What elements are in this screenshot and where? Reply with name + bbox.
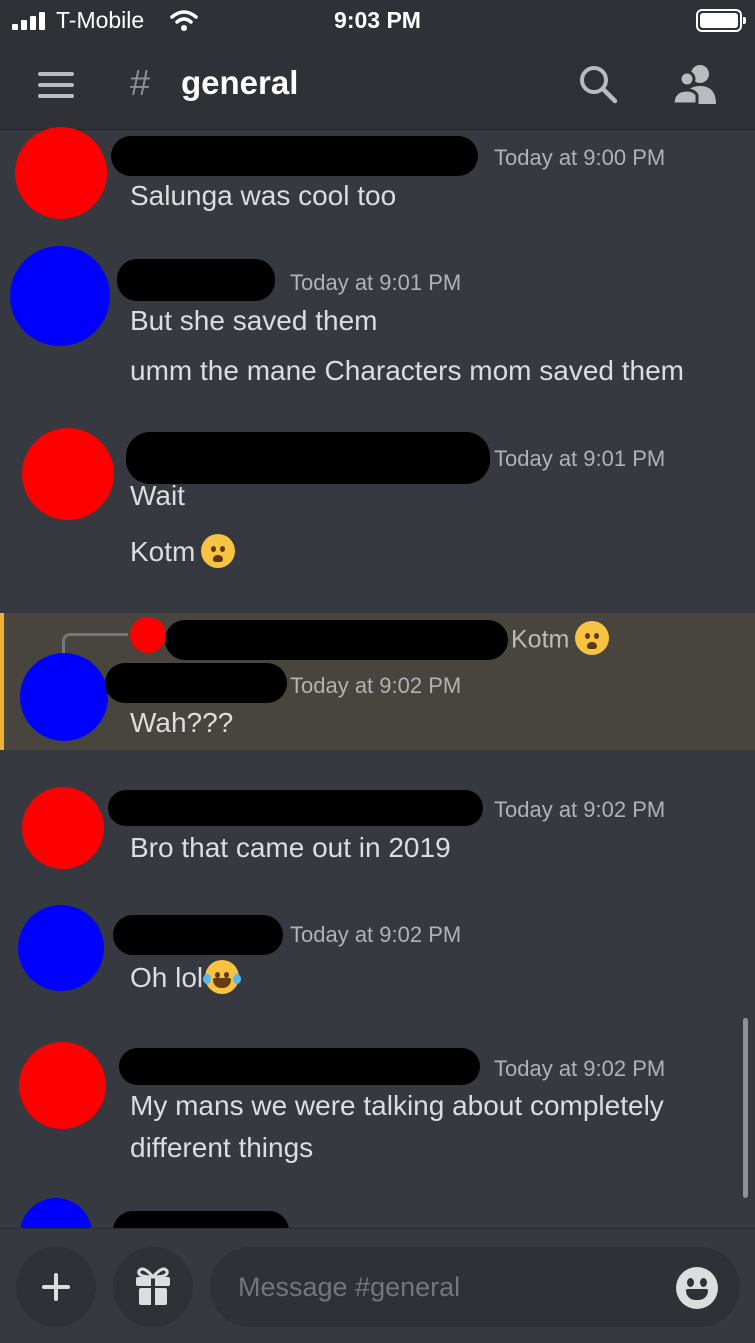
username-redacted[interactable] xyxy=(126,432,490,484)
message-text: But she saved them xyxy=(130,305,378,336)
message-text: umm the mane Characters mom saved them xyxy=(130,355,684,386)
message-text: My mans we were talking about completely xyxy=(130,1090,664,1121)
message-timestamp: Today at 9:02 PM xyxy=(494,797,666,822)
message-composer xyxy=(0,1228,755,1343)
reply-avatar xyxy=(130,617,166,653)
frowning-face-emoji xyxy=(201,533,236,568)
reply-preview[interactable]: Kotm xyxy=(511,621,610,658)
message-input[interactable] xyxy=(210,1247,740,1327)
message-timestamp: Today at 9:01 PM xyxy=(494,446,666,471)
laughing-tears-emoji xyxy=(203,959,242,994)
username-redacted[interactable] xyxy=(119,1048,480,1085)
avatar[interactable] xyxy=(18,905,104,991)
message-text: Kotm xyxy=(130,533,236,571)
message-text: Wah??? xyxy=(130,707,234,738)
username-redacted[interactable] xyxy=(113,915,283,955)
emoji-icon[interactable] xyxy=(676,1267,718,1309)
gift-icon xyxy=(136,1267,170,1305)
message-text: Wait xyxy=(130,480,185,511)
channel-hash-icon: # xyxy=(130,62,151,103)
reply-username-redacted[interactable] xyxy=(165,620,508,660)
message-timestamp: Today at 9:02 PM xyxy=(494,1056,666,1081)
avatar[interactable] xyxy=(20,653,108,741)
avatar[interactable] xyxy=(19,1042,106,1129)
message-text-content: Kotm xyxy=(130,536,196,567)
username-redacted[interactable] xyxy=(108,790,483,826)
scrollbar[interactable] xyxy=(743,1018,748,1198)
avatar[interactable] xyxy=(10,246,110,346)
message-timestamp: Today at 9:02 PM xyxy=(290,922,462,947)
status-time: 9:03 PM xyxy=(334,7,421,33)
username-redacted[interactable] xyxy=(117,259,275,301)
username-redacted[interactable] xyxy=(111,136,478,176)
message-timestamp: Today at 9:01 PM xyxy=(290,270,462,295)
plus-icon[interactable] xyxy=(16,1247,96,1327)
avatar[interactable] xyxy=(22,428,114,520)
gift-button[interactable] xyxy=(113,1247,193,1327)
members-icon[interactable] xyxy=(670,62,720,106)
username-redacted[interactable] xyxy=(105,663,287,703)
avatar[interactable] xyxy=(15,127,107,219)
message-text: Oh lol xyxy=(130,959,242,997)
frowning-face-emoji xyxy=(575,621,610,655)
message-timestamp: Today at 9:00 PM xyxy=(494,145,666,170)
channel-name: general xyxy=(181,64,299,101)
message-text: different things xyxy=(130,1132,314,1163)
reply-preview-text: Kotm xyxy=(511,625,570,654)
status-bar: T-Mobile 9:03 PM xyxy=(0,0,755,42)
battery-icon xyxy=(696,9,746,32)
message-text: Bro that came out in 2019 xyxy=(130,832,451,863)
message-text-content: Oh lol xyxy=(130,962,204,993)
message-text: Salunga was cool too xyxy=(130,180,397,211)
channel-header: # general xyxy=(0,42,755,130)
hamburger-icon[interactable] xyxy=(38,70,76,100)
avatar[interactable] xyxy=(22,787,104,869)
search-icon[interactable] xyxy=(576,62,620,106)
message-timestamp: Today at 9:02 PM xyxy=(290,673,462,698)
